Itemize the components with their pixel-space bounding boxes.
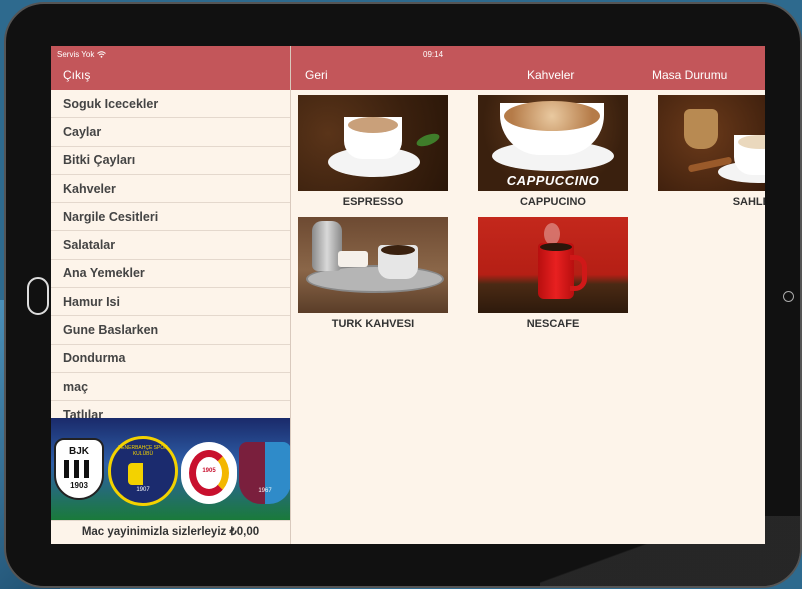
- football-banner[interactable]: BJK 1903 FENERBAHÇE SPOR KULÜBÜ 1907 190…: [51, 418, 290, 520]
- mug: [538, 243, 574, 299]
- leaf: [415, 131, 441, 149]
- sidebar-item-bitki-caylari[interactable]: Bitki Çayları: [51, 147, 290, 175]
- sidebar-item-caylar[interactable]: Caylar: [51, 118, 290, 147]
- camera-icon: [783, 291, 794, 302]
- sidebar-item-soguk-icecekler[interactable]: Soguk Icecekler: [51, 90, 290, 119]
- product-turk-kahvesi[interactable]: TURK KAHVESI: [298, 217, 448, 330]
- turkish-delight: [338, 251, 368, 267]
- top-bar: Servis Yok 09:14 Çıkış Geri Kahveler Mas…: [51, 46, 765, 90]
- crest-fenerbahce-text: FENERBAHÇE SPOR KULÜBÜ: [118, 445, 168, 457]
- crest-besiktas-year: 1903: [70, 481, 88, 490]
- app-screen: Servis Yok 09:14 Çıkış Geri Kahveler Mas…: [51, 46, 765, 544]
- steam: [544, 223, 560, 245]
- nescafe-image: [478, 217, 628, 313]
- carrier-status: Servis Yok: [57, 50, 106, 59]
- sahlep-image: [658, 95, 765, 191]
- crest-stripes: [64, 460, 94, 478]
- product-label: SAHLEP: [732, 196, 765, 208]
- coffee-surface: [540, 243, 572, 251]
- fenerbahce-crest: FENERBAHÇE SPOR KULÜBÜ 1907: [108, 436, 178, 506]
- sidebar-item-kahveler[interactable]: Kahveler: [51, 175, 290, 204]
- crest-shield: [128, 463, 158, 485]
- panel-divider: [290, 46, 291, 544]
- category-sidebar: Soguk Icecekler Caylar Bitki Çayları Kah…: [51, 90, 290, 418]
- product-nescafe[interactable]: NESCAFE: [478, 217, 628, 330]
- turk-kahvesi-image: [298, 217, 448, 313]
- crest-trabzonspor-year: 1967: [258, 488, 272, 494]
- back-button[interactable]: Geri: [305, 68, 328, 82]
- wifi-icon: [96, 51, 106, 58]
- sidebar-item-mac[interactable]: maç: [51, 373, 290, 402]
- besiktas-crest: BJK 1903: [54, 438, 104, 500]
- home-button[interactable]: [27, 277, 49, 315]
- cappucino-image: CAPPUCCINO: [478, 95, 628, 191]
- product-label: NESCAFE: [526, 318, 580, 330]
- product-cappucino[interactable]: CAPPUCCINO CAPPUCINO: [478, 95, 628, 208]
- coffee-surface: [348, 117, 398, 133]
- sidebar-item-hamur-isi[interactable]: Hamur Isi: [51, 288, 290, 317]
- product-label: TURK KAHVESI: [331, 318, 415, 330]
- sidebar-item-ana-yemekler[interactable]: Ana Yemekler: [51, 260, 290, 289]
- page-title: Kahveler: [527, 68, 575, 82]
- sidebar-item-dondurma[interactable]: Dondurma: [51, 345, 290, 373]
- coffee-surface: [381, 245, 415, 255]
- mug-handle: [570, 255, 587, 291]
- banner-caption: Mac yayinimizla sizlerleyiz ₺0,00: [51, 520, 290, 544]
- coffee-surface: [504, 101, 600, 131]
- sidebar-item-nargile[interactable]: Nargile Cesitleri: [51, 203, 290, 232]
- product-espresso[interactable]: ESPRESSO: [298, 95, 448, 208]
- crest-besiktas-text: BJK: [68, 446, 89, 457]
- cappuccino-overlay-text: CAPPUCCINO: [506, 173, 600, 188]
- carrier-label: Servis Yok: [57, 50, 95, 59]
- product-label: ESPRESSO: [342, 196, 404, 208]
- trabzonspor-crest: 1967: [239, 442, 290, 504]
- product-label: CAPPUCINO: [519, 196, 586, 208]
- table-status-button[interactable]: Masa Durumu: [652, 68, 727, 82]
- status-clock: 09:14: [423, 50, 444, 59]
- crest-fenerbahce-year: 1907: [136, 487, 150, 493]
- crest-galatasaray-year: 1905: [202, 468, 216, 474]
- product-sahlep[interactable]: SAHLEP: [658, 95, 765, 208]
- espresso-image: [298, 95, 448, 191]
- exit-button[interactable]: Çıkış: [63, 68, 90, 82]
- galatasaray-crest: 1905: [181, 442, 237, 504]
- mortar: [684, 109, 718, 149]
- sidebar-item-gune-baslarken[interactable]: Gune Baslarken: [51, 316, 290, 345]
- sidebar-item-tatlilar[interactable]: Tatlılar: [51, 401, 290, 418]
- sidebar-item-salatalar[interactable]: Salatalar: [51, 231, 290, 260]
